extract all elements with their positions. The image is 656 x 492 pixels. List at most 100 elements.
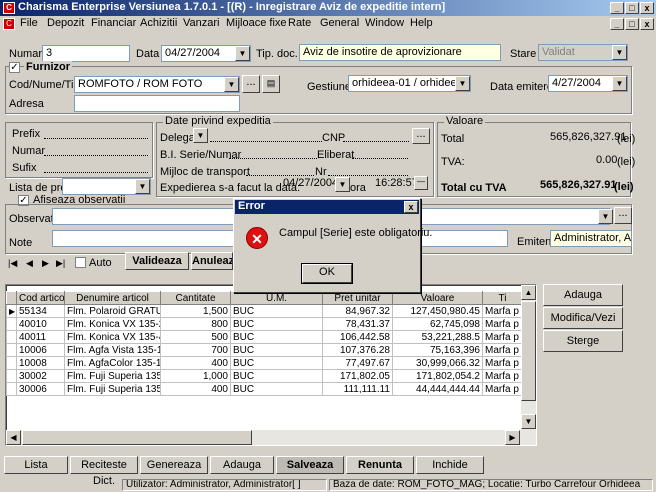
lista-pret-dropdown-icon[interactable]: ▼	[135, 179, 150, 194]
grid-vscrollbar[interactable]: ▲ ▼	[521, 285, 536, 445]
cell[interactable]: 53,221,288.5	[392, 330, 483, 344]
cell[interactable]: 77,497.67	[322, 356, 393, 370]
cell[interactable]: 75,163,396	[392, 343, 483, 357]
ora-spinner-icon[interactable]: —	[414, 176, 428, 190]
numar-field[interactable]: 3	[42, 45, 130, 62]
tipdoc-field[interactable]: Aviz de insotire de aprovizionare	[299, 44, 501, 61]
menu-financiar[interactable]: Financiar	[91, 17, 136, 29]
adauga-button[interactable]: Adauga	[210, 456, 274, 474]
menu-mijloace-fixe[interactable]: Mijloace fixe	[226, 17, 287, 29]
furnizor-dropdown-icon[interactable]: ▼	[224, 77, 239, 92]
cell[interactable]: Flm. Agfa Vista 135-100-	[64, 343, 161, 357]
scroll-right-icon[interactable]: ▶	[505, 430, 520, 445]
scroll-left-icon[interactable]: ◀	[6, 430, 21, 445]
cell[interactable]: Marfa p	[482, 330, 523, 344]
cell[interactable]: BUC	[230, 317, 323, 331]
scroll-down-icon[interactable]: ▼	[521, 414, 536, 429]
menu-depozit[interactable]: Depozit	[47, 17, 84, 29]
nav-next-icon[interactable]: ▶	[42, 258, 49, 269]
col-cantitate[interactable]: Cantitate	[160, 291, 231, 305]
valideaza-button[interactable]: Valideaza	[125, 252, 189, 270]
lista-button[interactable]: Lista	[4, 456, 68, 474]
child-minimize-icon[interactable]: _	[610, 18, 624, 30]
child-close-icon[interactable]: x	[640, 18, 654, 30]
cell[interactable]: 171,802.05	[322, 369, 393, 383]
child-restore-icon[interactable]: □	[625, 18, 639, 30]
col-tip[interactable]: Ti	[482, 291, 523, 305]
menu-general[interactable]: General	[320, 17, 359, 29]
cell[interactable]: 400	[160, 382, 231, 396]
cell[interactable]: BUC	[230, 382, 323, 396]
menu-rate[interactable]: Rate	[288, 17, 311, 29]
close-icon[interactable]: x	[640, 2, 654, 14]
cell[interactable]: 800	[160, 317, 231, 331]
cell[interactable]: 44,444,444.44	[392, 382, 483, 396]
side-adauga-button[interactable]: Adauga	[543, 284, 623, 306]
side-modifica-button[interactable]: Modifica/Vezi	[543, 307, 623, 329]
cell[interactable]: Flm. Fuji Superia 135-100	[64, 382, 161, 396]
cell[interactable]: BUC	[230, 304, 323, 318]
gestiune-dropdown-icon[interactable]: ▼	[455, 76, 470, 91]
date-dropdown-icon[interactable]: ▼	[235, 46, 250, 61]
cell[interactable]: Marfa p	[482, 356, 523, 370]
stare-dropdown-icon[interactable]: ▼	[612, 45, 627, 60]
menu-file[interactable]: File	[20, 17, 38, 29]
table-row[interactable]: 30006 Flm. Fuji Superia 135-100 400 BUC …	[6, 382, 523, 396]
cell[interactable]: 30,999,066.32	[392, 356, 483, 370]
col-valoare[interactable]: Valoare	[392, 291, 483, 305]
cell[interactable]: 78,431.37	[322, 317, 393, 331]
cell[interactable]: 1,000	[160, 369, 231, 383]
nav-first-icon[interactable]: |◀	[8, 258, 17, 269]
cell[interactable]: BUC	[230, 330, 323, 344]
scroll-up-icon[interactable]: ▲	[521, 285, 536, 300]
table-row[interactable]: 40010 Flm. Konica VX 135-200- 800 BUC 78…	[6, 317, 523, 331]
menu-window[interactable]: Window	[365, 17, 404, 29]
col-denumire[interactable]: Denumire articol	[64, 291, 161, 305]
nav-prev-icon[interactable]: ◀	[26, 258, 33, 269]
renunta-button[interactable]: Renunta	[346, 456, 414, 474]
menu-help[interactable]: Help	[410, 17, 433, 29]
col-pret[interactable]: Pret unitar	[322, 291, 393, 305]
delegat-dots-button[interactable]: ...	[412, 128, 430, 144]
cell[interactable]: Flm. Polaroid GRATUIT	[64, 304, 161, 318]
table-row[interactable]: 10006 Flm. Agfa Vista 135-100- 700 BUC 1…	[6, 343, 523, 357]
cell[interactable]: Marfa p	[482, 382, 523, 396]
cell[interactable]: 107,376.28	[322, 343, 393, 357]
ora-value[interactable]: 16:28:57	[375, 177, 418, 189]
cell[interactable]: 127,450,980.45	[392, 304, 483, 318]
items-grid[interactable]: Cod articol Denumire articol Cantitate U…	[5, 284, 537, 446]
delegat-dropdown-icon[interactable]: ▼	[193, 128, 208, 143]
emitent-field[interactable]: Administrator, Admi	[550, 230, 632, 247]
menu-achizitii[interactable]: Achizitii	[140, 17, 177, 29]
table-row[interactable]: ▶ 55134 Flm. Polaroid GRATUIT 1,500 BUC …	[6, 304, 523, 318]
cell[interactable]: 40010	[16, 317, 65, 331]
col-cod[interactable]: Cod articol	[16, 291, 65, 305]
side-sterge-button[interactable]: Sterge	[543, 330, 623, 352]
cell[interactable]: 106,442.58	[322, 330, 393, 344]
nav-last-icon[interactable]: ▶|	[56, 258, 65, 269]
anuleaza-button[interactable]: Anuleaza	[191, 252, 233, 270]
minimize-icon[interactable]: _	[610, 2, 624, 14]
cell[interactable]: 171,802,054.2	[392, 369, 483, 383]
cell[interactable]: 10008	[16, 356, 65, 370]
cell[interactable]: 500	[160, 330, 231, 344]
cell[interactable]: BUC	[230, 369, 323, 383]
table-row[interactable]: 40011 Flm. Konica VX 135-400- 500 BUC 10…	[6, 330, 523, 344]
hscroll-thumb[interactable]	[22, 430, 252, 445]
dialog-close-icon[interactable]: x	[404, 201, 418, 213]
cell[interactable]: Flm. Konica VX 135-400-	[64, 330, 161, 344]
cell[interactable]: 111,111.11	[322, 382, 393, 396]
ok-button[interactable]: OK	[301, 263, 353, 284]
exp-date-dropdown-icon[interactable]: ▼	[335, 177, 350, 192]
table-row[interactable]: 10008 Flm. AgfaColor 135-100-3 400 BUC 7…	[6, 356, 523, 370]
observatii-dots-button[interactable]: ...	[614, 207, 632, 224]
auto-checkbox[interactable]	[75, 257, 86, 268]
cell[interactable]: Marfa p	[482, 304, 523, 318]
inchide-button[interactable]: Inchide	[416, 456, 484, 474]
menu-vanzari[interactable]: Vanzari	[183, 17, 219, 29]
grid-hscrollbar[interactable]: ◀ ▶	[6, 430, 521, 445]
furnizor-dots-button[interactable]: ...	[242, 75, 260, 93]
gestiune-field[interactable]: orhideea-01 / orhideea - Ma	[348, 75, 471, 92]
cell[interactable]: BUC	[230, 343, 323, 357]
col-um[interactable]: U.M.	[230, 291, 323, 305]
